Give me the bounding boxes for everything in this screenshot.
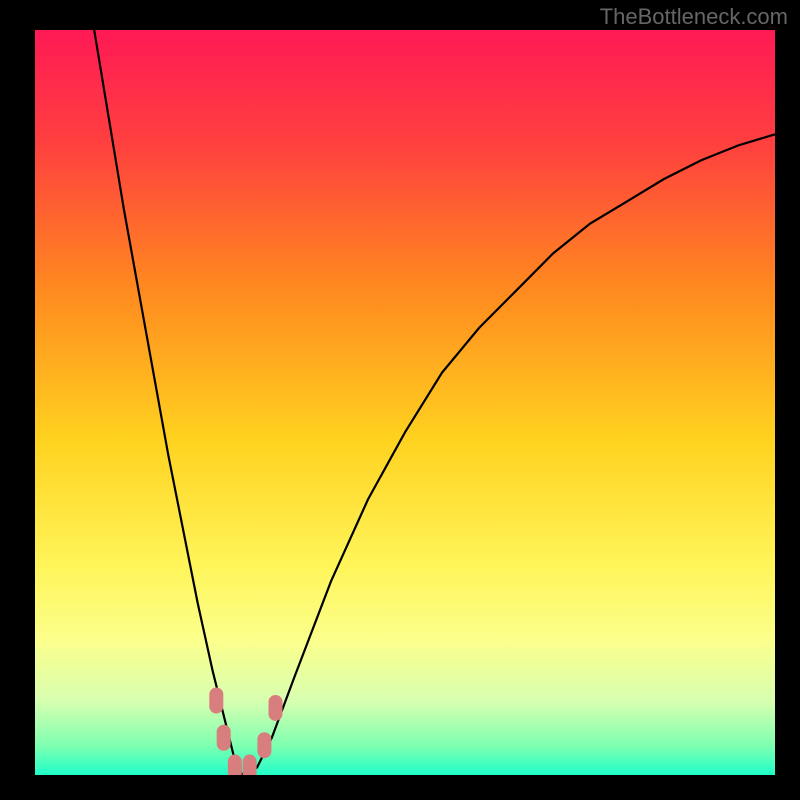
watermark-text: TheBottleneck.com	[600, 4, 788, 30]
plot-area	[35, 30, 775, 775]
marker-right-1	[257, 732, 271, 758]
chart-svg	[35, 30, 775, 775]
marker-bottom-2	[243, 755, 257, 775]
marker-right-2	[269, 695, 283, 721]
marker-left-1	[209, 688, 223, 714]
marker-left-2	[217, 725, 231, 751]
gradient-background	[35, 30, 775, 775]
marker-bottom-1	[228, 755, 242, 775]
chart-container: TheBottleneck.com	[0, 0, 800, 800]
